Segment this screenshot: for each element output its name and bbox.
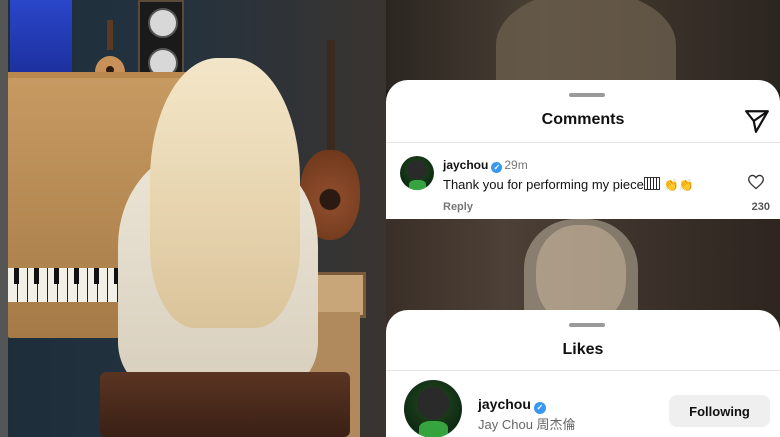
- sheet-divider: [386, 142, 780, 143]
- verified-badge-icon: ✓: [533, 402, 546, 414]
- blue-light-panel: [10, 0, 72, 80]
- comment-text-row: Thank you for performing my piece 👏👏: [443, 177, 694, 192]
- photo-edge: [0, 0, 8, 437]
- comment-text: Thank you for performing my piece: [443, 177, 644, 192]
- verified-badge-icon: ✓: [491, 162, 503, 173]
- likes-title: Likes: [562, 341, 604, 358]
- reply-button[interactable]: Reply: [443, 201, 473, 213]
- heart-icon[interactable]: [747, 174, 765, 190]
- liker-username[interactable]: jaychou: [478, 396, 531, 412]
- liker-full-name: Jay Chou 周杰倫: [478, 417, 576, 432]
- send-icon[interactable]: [744, 108, 770, 134]
- commenter-avatar[interactable]: [400, 156, 434, 190]
- liker-header: jaychou ✓: [478, 396, 548, 414]
- likes-sheet: Likes jaychou ✓ Jay Chou 周杰倫 Following: [386, 310, 780, 437]
- comment-like-count: 230: [751, 201, 770, 213]
- drag-handle[interactable]: [569, 93, 605, 97]
- performer-hair: [150, 58, 300, 328]
- piano-emoji: [643, 177, 660, 190]
- clapping-hands-emoji: 👏👏: [663, 178, 694, 192]
- sheet-divider: [386, 370, 780, 371]
- performance-photo: [0, 0, 386, 437]
- comments-title: Comments: [541, 111, 625, 128]
- piano-bench: [100, 372, 350, 437]
- video-background-top: [386, 0, 780, 100]
- drag-handle[interactable]: [569, 323, 605, 327]
- comment-time: 29m: [504, 158, 528, 172]
- liker-avatar[interactable]: [404, 380, 462, 437]
- comment-username[interactable]: jaychou: [443, 158, 488, 172]
- speaker-cone: [148, 8, 178, 38]
- social-screenshots: Comments jaychou ✓ 29m Thank you for perfo…: [386, 0, 780, 437]
- following-button[interactable]: Following: [669, 395, 770, 427]
- comments-sheet: Comments jaychou ✓ 29m Thank you for perfo…: [386, 80, 780, 219]
- comment-header: jaychou ✓ 29m: [443, 158, 528, 173]
- guitar-neck: [327, 40, 335, 155]
